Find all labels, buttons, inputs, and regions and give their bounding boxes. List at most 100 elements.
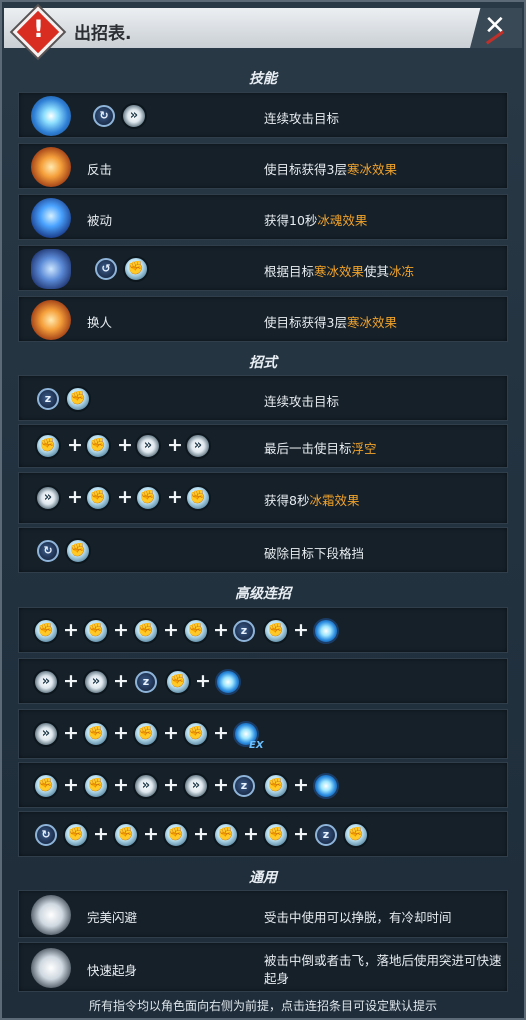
punch-icon: ✊ xyxy=(33,618,59,644)
dash-icon: » xyxy=(35,485,61,511)
section-title-skills: 技能 xyxy=(249,71,277,87)
advanced-combo-row-4[interactable]: ✊ + ✊ + » + » + z ✊ + xyxy=(18,762,508,808)
skill-desc: 使目标获得3层寒冰效果 xyxy=(264,315,397,330)
dash-icon: » xyxy=(135,433,161,459)
plus-sign: + xyxy=(143,823,159,845)
ex-label: EX xyxy=(249,740,264,751)
plus-sign: + xyxy=(293,774,309,796)
circle-motion-icon: ↻ xyxy=(93,105,115,127)
counter-skill-icon xyxy=(31,147,71,187)
plus-sign: + xyxy=(213,774,229,796)
common-desc-line2: 起身 xyxy=(264,971,290,986)
punch-icon: ✊ xyxy=(165,669,191,695)
dash-icon: » xyxy=(33,669,59,695)
circle-motion-icon: ↺ xyxy=(95,258,117,280)
punch-icon: ✊ xyxy=(63,822,89,848)
plus-sign: + xyxy=(163,722,179,744)
punch-icon: ✊ xyxy=(135,485,161,511)
punch-icon: ✊ xyxy=(33,773,59,799)
plus-sign: + xyxy=(293,619,309,641)
plus-sign: + xyxy=(213,722,229,744)
plus-sign: + xyxy=(163,774,179,796)
dash-icon: » xyxy=(133,773,159,799)
punch-icon: ✊ xyxy=(85,485,111,511)
skill-desc: 使目标获得3层寒冰效果 xyxy=(264,162,397,177)
exclamation-icon: ! xyxy=(33,15,44,43)
plus-sign: + xyxy=(193,823,209,845)
circle-motion-icon: ↻ xyxy=(35,824,57,846)
punch-icon: ✊ xyxy=(213,822,239,848)
move-row-1[interactable]: z ✊ 连续攻击目标 xyxy=(18,375,508,421)
punch-icon: ✊ xyxy=(133,618,159,644)
common-label: 完美闪避 xyxy=(87,910,138,925)
punch-icon: ✊ xyxy=(183,618,209,644)
section-title-common: 通用 xyxy=(249,870,277,886)
section-title-advanced: 高级连招 xyxy=(235,586,291,602)
freeze-skill-icon xyxy=(31,249,71,289)
z-motion-icon: z xyxy=(315,824,337,846)
common-row-getup[interactable]: 快速起身 被击中倒或者击飞，落地后使用突进可快速 起身 xyxy=(18,942,508,992)
z-motion-icon: z xyxy=(233,775,255,797)
plus-sign: + xyxy=(167,434,183,456)
dash-icon: » xyxy=(185,433,211,459)
move-row-4[interactable]: ↻ ✊ 破除目标下段格挡 xyxy=(18,527,508,573)
skill-label: 换人 xyxy=(87,315,113,330)
plus-sign: + xyxy=(67,434,83,456)
skill-row-1[interactable]: ↻ » 连续攻击目标 xyxy=(18,92,508,138)
punch-icon: ✊ xyxy=(65,386,91,412)
skill-label: 反击 xyxy=(87,162,113,177)
section-title-moves: 招式 xyxy=(249,355,277,371)
move-desc: 获得8秒冰霜效果 xyxy=(264,493,360,508)
dash-icon: » xyxy=(121,103,147,129)
dash-icon: » xyxy=(33,721,59,747)
punch-icon: ✊ xyxy=(123,256,149,282)
punch-icon: ✊ xyxy=(185,485,211,511)
passive-skill-icon xyxy=(31,198,71,238)
circle-motion-icon: ↻ xyxy=(37,540,59,562)
punch-icon: ✊ xyxy=(83,618,109,644)
plus-sign: + xyxy=(93,823,109,845)
ice-burst-icon xyxy=(215,669,241,695)
advanced-combo-row-1[interactable]: ✊ + ✊ + ✊ + ✊ + z ✊ + xyxy=(18,607,508,653)
quick-rise-icon xyxy=(31,948,71,988)
move-desc: 破除目标下段格挡 xyxy=(264,546,365,561)
move-row-2[interactable]: ✊ + ✊ + » + » 最后一击使目标浮空 xyxy=(18,424,508,468)
skill-row-2[interactable]: 反击 使目标获得3层寒冰效果 xyxy=(18,143,508,189)
punch-icon: ✊ xyxy=(263,773,289,799)
plus-sign: + xyxy=(243,823,259,845)
advanced-combo-row-5[interactable]: ↻ ✊ + ✊ + ✊ + ✊ + ✊ + z ✊ xyxy=(18,811,508,857)
plus-sign: + xyxy=(163,619,179,641)
move-desc: 最后一击使目标浮空 xyxy=(264,441,377,456)
punch-icon: ✊ xyxy=(183,721,209,747)
plus-sign: + xyxy=(63,774,79,796)
punch-icon: ✊ xyxy=(83,721,109,747)
plus-sign: + xyxy=(113,774,129,796)
advanced-combo-row-3[interactable]: » + ✊ + ✊ + ✊ + EX xyxy=(18,709,508,759)
skill-row-5[interactable]: 换人 使目标获得3层寒冰效果 xyxy=(18,296,508,342)
skill-desc: 连续攻击目标 xyxy=(264,111,340,126)
dash-icon: » xyxy=(183,773,209,799)
ice-burst-skill-icon xyxy=(31,96,71,136)
footer-hint: 所有指令均以角色面向右侧为前提，点击连招条目可设定默认提示 xyxy=(88,999,437,1013)
common-desc: 被击中倒或者击飞，落地后使用突进可快速 xyxy=(264,953,502,968)
common-label: 快速起身 xyxy=(87,963,138,978)
switch-skill-icon xyxy=(31,300,71,340)
punch-icon: ✊ xyxy=(343,822,369,848)
plus-sign: + xyxy=(117,434,133,456)
common-row-dodge[interactable]: 完美闪避 受击中使用可以挣脱，有冷却时间 xyxy=(18,890,508,938)
plus-sign: + xyxy=(63,722,79,744)
punch-icon: ✊ xyxy=(85,433,111,459)
skill-row-4[interactable]: ↺ ✊ 根据目标寒冰效果使其冰冻 xyxy=(18,245,508,291)
plus-sign: + xyxy=(167,486,183,508)
punch-icon: ✊ xyxy=(163,822,189,848)
advanced-combo-row-2[interactable]: » + » + z ✊ + xyxy=(18,658,508,704)
dash-icon: » xyxy=(83,669,109,695)
skill-row-3[interactable]: 被动 获得10秒冰魂效果 xyxy=(18,194,508,240)
plus-sign: + xyxy=(195,670,211,692)
plus-sign: + xyxy=(213,619,229,641)
punch-icon: ✊ xyxy=(35,433,61,459)
skill-desc: 获得10秒冰魂效果 xyxy=(264,213,368,228)
plus-sign: + xyxy=(113,670,129,692)
dodge-icon xyxy=(31,895,71,935)
move-row-3[interactable]: » + ✊ + ✊ + ✊ 获得8秒冰霜效果 xyxy=(18,472,508,524)
